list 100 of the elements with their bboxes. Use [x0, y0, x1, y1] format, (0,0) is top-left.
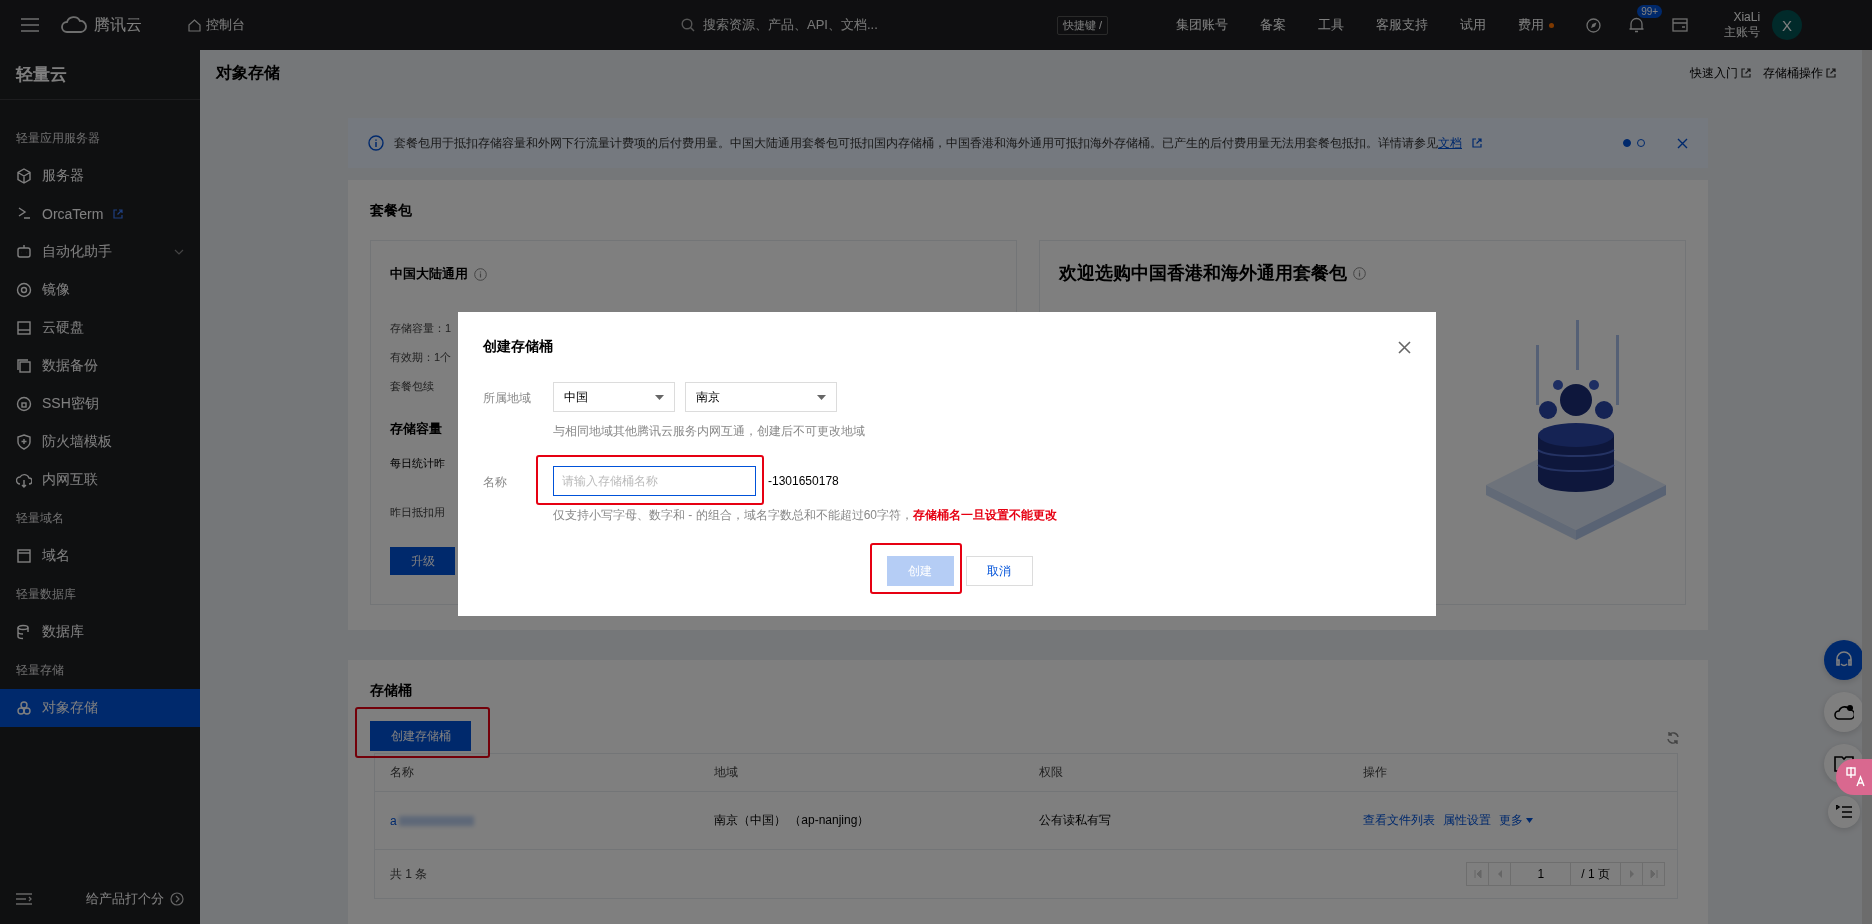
cancel-button[interactable]: 取消: [965, 556, 1033, 586]
sidebar-item[interactable]: 内网互联: [0, 461, 200, 499]
bucket-name-link[interactable]: a: [390, 813, 397, 828]
doc-link[interactable]: 文档: [1438, 135, 1462, 150]
sidebar-group-label: 轻量域名: [15, 509, 65, 527]
bucket-suffix: -1301650178: [768, 474, 839, 488]
cloud-logo-icon: [60, 16, 88, 34]
home-icon: [188, 18, 201, 32]
sidebar-item[interactable]: 数据库: [0, 613, 200, 651]
section-title: 存储桶: [370, 682, 413, 700]
package-detail: 有效期：1个: [390, 350, 452, 365]
sidebar-item[interactable]: SSH密钥: [0, 385, 200, 423]
console-link[interactable]: 控制台: [206, 16, 245, 34]
sidebar-group-label: 轻量存储: [15, 661, 65, 679]
brand-name[interactable]: 腾讯云: [94, 14, 142, 36]
cluster-icon: [16, 700, 32, 716]
capacity-text: 昨日抵扣用: [390, 505, 445, 520]
sidebar-item[interactable]: 防火墙模板: [0, 423, 200, 461]
more-link[interactable]: 更多: [1499, 812, 1523, 829]
page-title: 对象存储: [216, 62, 280, 83]
header-link[interactable]: 存储桶操作: [1763, 64, 1823, 82]
nav-link[interactable]: 客服支持: [1376, 16, 1429, 34]
sidebar-item[interactable]: 云硬盘: [0, 309, 200, 347]
cloud-icon: [1834, 704, 1854, 720]
disc-icon: [16, 282, 32, 298]
bell-icon[interactable]: [1629, 17, 1645, 33]
bucket-name-field[interactable]: 请输入存储桶名称: [553, 466, 756, 496]
menu-icon[interactable]: [21, 18, 39, 32]
compass-icon[interactable]: [1586, 17, 1602, 33]
action-link[interactable]: 属性设置: [1443, 812, 1491, 829]
package-detail: 存储容量：1: [390, 321, 452, 336]
upgrade-button[interactable]: 升级: [390, 547, 455, 575]
feedback-link[interactable]: 给产品打个分: [86, 890, 164, 908]
city-select[interactable]: 南京: [685, 382, 837, 412]
nav-link[interactable]: 费用: [1518, 16, 1545, 34]
scrollbar[interactable]: [1862, 50, 1872, 924]
user-name[interactable]: XiaLi: [1733, 10, 1761, 25]
close-icon[interactable]: [1677, 137, 1688, 149]
page-input[interactable]: 1: [1511, 863, 1572, 885]
field-label: 所属地域: [483, 390, 532, 407]
close-icon[interactable]: [1398, 340, 1411, 354]
sidebar-group-label: 轻量应用服务器: [15, 129, 101, 147]
sidebar-item[interactable]: 镜像: [0, 271, 200, 309]
column-header: 权限: [1039, 764, 1063, 781]
sidebar-group-label: 轻量数据库: [15, 585, 77, 603]
sidebar-item[interactable]: 对象存储: [0, 689, 200, 727]
page-total: / 1 页: [1580, 865, 1611, 883]
sidebar-item[interactable]: 域名: [0, 537, 200, 575]
sidebar-item[interactable]: OrcaTerm: [0, 195, 200, 233]
info-icon: [368, 135, 384, 151]
chevron-down-icon: [174, 249, 184, 255]
shortcut-hint: 快捷键 /: [1057, 15, 1109, 35]
field-hint: 仅支持小写字母、数字和 - 的组合，域名字数总和不能超过60字符，存储桶名一旦设置不能更改: [553, 507, 1057, 524]
external-link-icon: [1826, 68, 1836, 78]
support-button[interactable]: [1824, 640, 1864, 680]
cube-icon: [16, 168, 32, 184]
list-button[interactable]: [1828, 796, 1860, 828]
field-label: 名称: [483, 474, 508, 491]
external-link-icon: [1741, 68, 1751, 78]
refresh-icon[interactable]: [1666, 731, 1680, 745]
cloud-button[interactable]: [1824, 692, 1864, 732]
user-avatar[interactable]: X: [1772, 10, 1803, 40]
panel-title: 欢迎选购中国香港和海外通用套餐包: [1059, 262, 1347, 285]
sidebar-title: 轻量云: [0, 50, 200, 100]
cloud-icon: [16, 472, 32, 488]
nav-link[interactable]: 工具: [1318, 16, 1345, 34]
list-icon: [1836, 805, 1852, 819]
panel-title: 中国大陆通用: [390, 265, 468, 283]
country-select[interactable]: 中国: [553, 382, 675, 412]
notice-dot: [1549, 22, 1555, 28]
action-link[interactable]: 查看文件列表: [1363, 812, 1435, 829]
caret-icon: [655, 394, 664, 400]
collapse-icon[interactable]: [16, 893, 32, 905]
banner-text: 套餐包用于抵扣存储容量和外网下行流量计费项的后付费用量。中国大陆通用套餐包可抵扣国内存储桶，中国香港和海外通用可抵扣海外存储桶。已产生的后付费用量无法用套餐包抵扣。详情请参见文档: [394, 134, 1462, 152]
info-icon: [474, 267, 487, 281]
table-cell-text: 公有读私有写: [1039, 812, 1112, 829]
column-header: 操作: [1363, 764, 1387, 781]
search-field[interactable]: 搜索资源、产品、API、文档...: [703, 16, 878, 34]
carousel-dot[interactable]: [1623, 139, 1631, 147]
backup-icon: [16, 358, 32, 374]
total-count: 共 1 条: [390, 865, 428, 883]
sidebar-item[interactable]: 数据备份: [0, 347, 200, 385]
arrow-circle-icon: [170, 892, 184, 906]
nav-link[interactable]: 备案: [1260, 16, 1287, 34]
nav-link[interactable]: 试用: [1460, 16, 1487, 34]
translate-icon: [1846, 767, 1866, 787]
caret-icon: [817, 394, 826, 400]
wallet-icon[interactable]: [1672, 18, 1689, 32]
section-title: 套餐包: [370, 202, 413, 220]
shield-icon: [16, 434, 32, 450]
dialog-title: 创建存储桶: [483, 338, 553, 356]
robot-icon: [16, 244, 32, 260]
nav-link[interactable]: 集团账号: [1176, 16, 1229, 34]
create-bucket-button[interactable]: 创建存储桶: [370, 721, 471, 751]
window-icon: [16, 548, 32, 564]
sidebar-item[interactable]: 服务器: [0, 157, 200, 195]
database-icon: [16, 624, 32, 640]
sidebar-item[interactable]: 自动化助手: [0, 233, 200, 271]
header-link[interactable]: 快速入门: [1690, 64, 1738, 82]
translate-button[interactable]: [1836, 759, 1872, 795]
